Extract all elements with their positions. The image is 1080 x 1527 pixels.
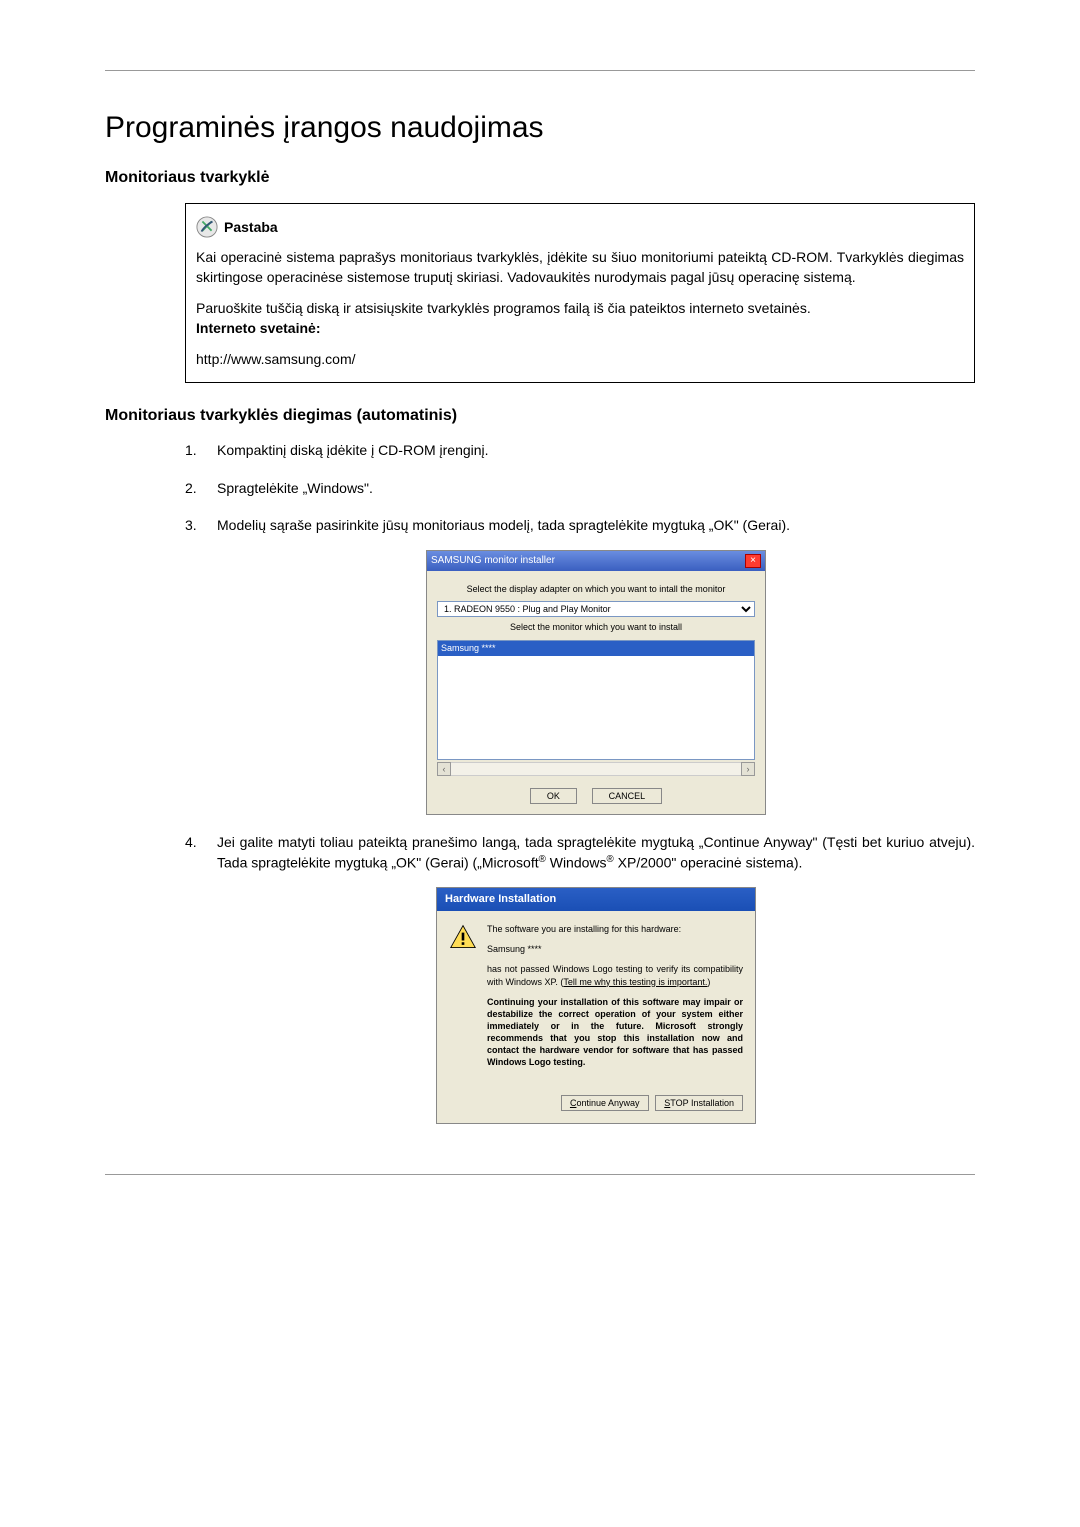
continue-anyway-button[interactable]: Continue Anyway xyxy=(561,1095,649,1111)
note-icon xyxy=(196,216,218,238)
step-4-text-b: Windows xyxy=(546,854,607,870)
hw-line2: Samsung **** xyxy=(487,943,743,955)
step-4: Jei galite matyti toliau pateiktą praneš… xyxy=(185,833,975,1124)
ok-button[interactable]: OK xyxy=(530,788,577,804)
note-title: Pastaba xyxy=(224,219,278,235)
registered-mark-1: ® xyxy=(539,854,546,865)
note-website-url: http://www.samsung.com/ xyxy=(196,350,964,370)
page-title: Programinės įrangos naudojimas xyxy=(105,111,975,145)
installer-titlebar: SAMSUNG monitor installer × xyxy=(427,551,765,571)
samsung-installer-dialog: SAMSUNG monitor installer × Select the d… xyxy=(426,550,766,815)
installer-title: SAMSUNG monitor installer xyxy=(431,554,555,568)
close-icon[interactable]: × xyxy=(745,554,761,568)
step-1: Kompaktinį diską įdėkite į CD-ROM įrengi… xyxy=(185,441,975,461)
stop-rest: TOP Installation xyxy=(670,1098,734,1108)
top-horizontal-rule xyxy=(105,70,975,71)
bottom-horizontal-rule xyxy=(105,1174,975,1175)
note-box: Pastaba Kai operacinė sistema paprašys m… xyxy=(185,203,975,383)
warning-icon xyxy=(449,923,477,951)
step-3: Modelių sąraše pasirinkite jūsų monitori… xyxy=(185,516,975,815)
note-paragraph-1: Kai operacinė sistema paprašys monitoria… xyxy=(196,248,964,287)
adapter-select[interactable]: 1. RADEON 9550 : Plug and Play Monitor xyxy=(437,601,755,617)
hw-testing-link[interactable]: Tell me why this testing is important. xyxy=(563,977,707,987)
registered-mark-2: ® xyxy=(607,854,614,865)
monitor-select-label: Select the monitor which you want to ins… xyxy=(437,621,755,634)
hw-line3-b: ) xyxy=(707,977,710,987)
monitor-list-scrollbar[interactable]: ‹ › xyxy=(437,762,755,776)
hw-line1: The software you are installing for this… xyxy=(487,923,743,935)
cancel-button[interactable]: CANCEL xyxy=(592,788,663,804)
hw-line3: has not passed Windows Logo testing to v… xyxy=(487,963,743,987)
section-monitor-driver-heading: Monitoriaus tvarkyklė xyxy=(105,169,975,187)
section-automatic-install-heading: Monitoriaus tvarkyklės diegimas (automat… xyxy=(105,407,975,425)
scroll-right-icon[interactable]: › xyxy=(741,762,755,776)
step-3-text: Modelių sąraše pasirinkite jūsų monitori… xyxy=(217,517,790,533)
hw-line4: Continuing your installation of this sof… xyxy=(487,996,743,1069)
step-4-text-c: XP/2000" operacinė sistema). xyxy=(614,854,803,870)
scroll-track[interactable] xyxy=(451,762,741,776)
monitor-listbox[interactable]: Samsung **** xyxy=(437,640,755,760)
adapter-select-label: Select the display adapter on which you … xyxy=(437,583,755,596)
monitor-list-item[interactable]: Samsung **** xyxy=(438,641,754,656)
scroll-left-icon[interactable]: ‹ xyxy=(437,762,451,776)
note-paragraph-2-text: Paruoškite tuščią diską ir atsisiųskite … xyxy=(196,300,811,316)
step-2: Spragtelėkite „Windows". xyxy=(185,479,975,499)
note-website-label: Interneto svetainė: xyxy=(196,320,320,336)
continue-rest: ontinue Anyway xyxy=(576,1098,639,1108)
hw-dialog-title: Hardware Installation xyxy=(437,888,755,911)
stop-installation-button[interactable]: STOP Installation xyxy=(655,1095,743,1111)
hardware-installation-dialog: Hardware Installation The software you a… xyxy=(436,887,756,1124)
note-paragraph-2: Paruoškite tuščią diską ir atsisiųskite … xyxy=(196,299,964,338)
